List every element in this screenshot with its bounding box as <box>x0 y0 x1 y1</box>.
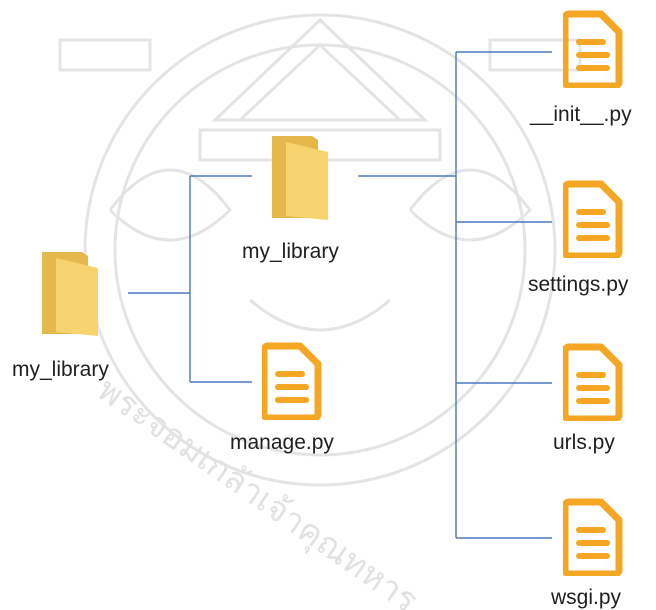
root-folder-node[interactable] <box>38 250 102 338</box>
package-folder-node[interactable] <box>268 134 332 222</box>
python-file-icon <box>561 180 623 260</box>
file-node-init[interactable] <box>561 10 623 90</box>
file-node-urls[interactable] <box>561 343 623 423</box>
file-label-settings: settings.py <box>528 273 629 296</box>
file-label-urls: urls.py <box>553 431 615 454</box>
file-node-settings[interactable] <box>561 180 623 260</box>
file-tree-diagram: พระจอมเกล้าเจ้าคุณทหาร my_library my_lib… <box>0 0 656 610</box>
python-file-icon <box>561 10 623 90</box>
python-file-icon <box>260 342 322 422</box>
package-folder-label: my_library <box>242 240 339 263</box>
folder-icon <box>42 252 98 336</box>
python-file-icon <box>561 343 623 423</box>
file-node-manage[interactable] <box>260 342 322 422</box>
python-file-icon <box>561 498 623 578</box>
folder-icon <box>272 136 328 220</box>
file-label-init: __init__.py <box>530 103 632 126</box>
file-label-wsgi: wsgi.py <box>551 586 622 609</box>
root-folder-label: my_library <box>12 358 109 381</box>
file-label-manage: manage.py <box>230 431 334 454</box>
file-node-wsgi[interactable] <box>561 498 623 578</box>
